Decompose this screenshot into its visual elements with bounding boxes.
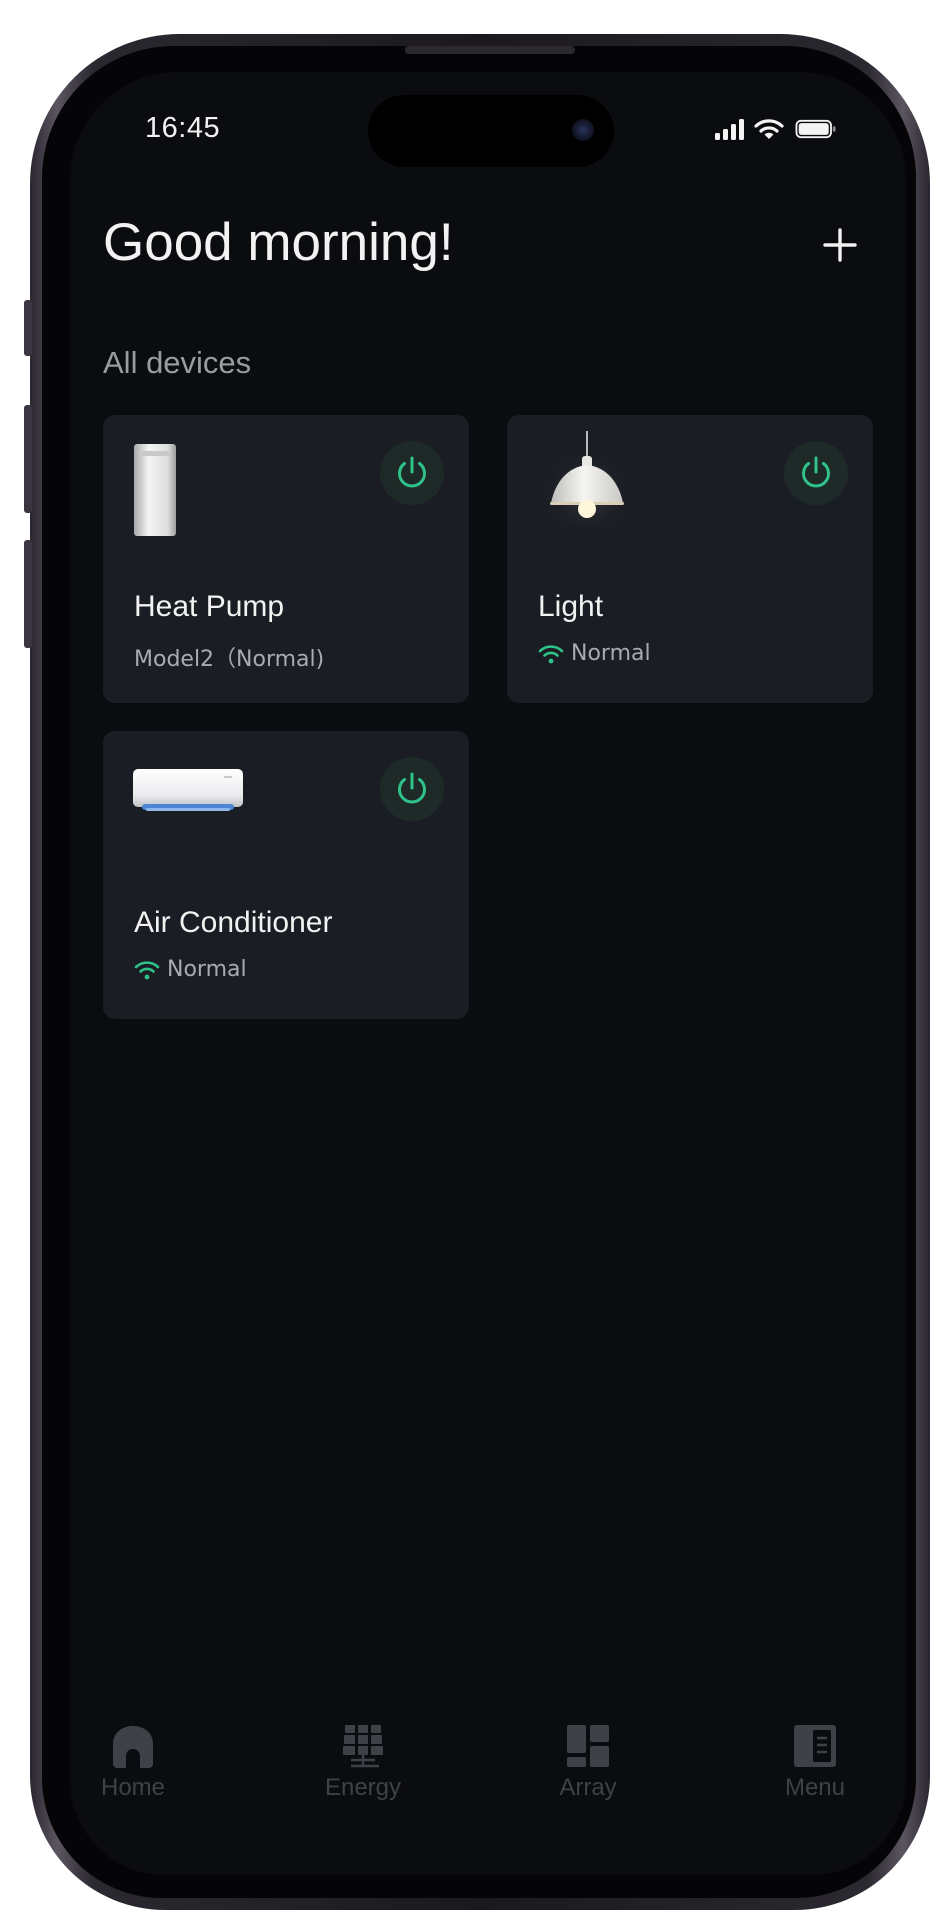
device-status: Normal	[134, 957, 247, 982]
tab-label: Array	[559, 1774, 617, 1801]
volume-up-button	[24, 405, 32, 513]
battery-icon	[795, 119, 836, 139]
array-icon	[567, 1725, 609, 1767]
device-name: Air Conditioner	[134, 906, 333, 939]
power-toggle[interactable]	[380, 757, 444, 821]
tab-menu[interactable]: Menu	[755, 1722, 875, 1802]
device-name: Heat Pump	[134, 590, 285, 623]
device-card-light[interactable]: Light Normal	[507, 415, 873, 703]
device-status-text: Model2（Normal)	[134, 647, 325, 672]
device-name: Light	[538, 590, 604, 623]
section-all-devices: All devices	[103, 345, 252, 380]
power-toggle[interactable]	[380, 441, 444, 505]
speaker-slit	[405, 46, 575, 54]
power-icon	[802, 456, 830, 488]
device-card-air-conditioner[interactable]: Air Conditioner Normal	[103, 731, 469, 1019]
tab-label: Energy	[324, 1774, 402, 1801]
dynamic-island	[368, 95, 614, 167]
device-card-heat-pump[interactable]: Heat Pump Model2（Normal)	[103, 415, 469, 703]
power-toggle[interactable]	[784, 441, 848, 505]
device-status: Model2（Normal)	[134, 641, 324, 673]
tab-label: Home	[100, 1774, 166, 1801]
greeting-title: Good morning!	[103, 213, 454, 272]
front-camera	[572, 119, 594, 141]
volume-down-button	[24, 540, 32, 648]
device-status: Normal	[538, 641, 651, 666]
app-screen: 16:45 Good morning! All devices Heat Pum…	[70, 72, 906, 1875]
home-icon	[113, 1726, 153, 1768]
tab-energy[interactable]: Energy	[303, 1722, 423, 1802]
add-device-button[interactable]	[812, 217, 868, 273]
air-conditioner-icon	[133, 769, 243, 811]
wifi-connected-icon	[538, 644, 564, 663]
tab-label: Menu	[784, 1774, 846, 1801]
status-icons	[715, 118, 838, 140]
power-icon	[398, 772, 426, 804]
device-status-text: Normal	[167, 957, 247, 982]
lamp-icon	[539, 431, 635, 531]
wifi-icon	[754, 119, 784, 139]
wifi-connected-icon	[134, 960, 160, 979]
heat-pump-icon	[134, 444, 176, 536]
status-time: 16:45	[145, 112, 221, 144]
tab-array[interactable]: Array	[528, 1722, 648, 1802]
cellular-signal-icon	[715, 118, 744, 140]
device-status-text: Normal	[571, 641, 651, 666]
tab-home[interactable]: Home	[73, 1722, 193, 1802]
action-button	[24, 300, 32, 356]
menu-icon	[794, 1725, 836, 1767]
plus-icon	[823, 228, 857, 262]
energy-icon	[343, 1725, 383, 1768]
power-icon	[398, 456, 426, 488]
